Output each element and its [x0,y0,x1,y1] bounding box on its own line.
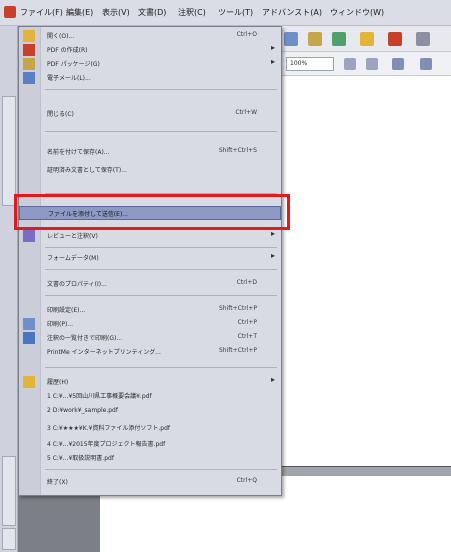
menu-separator [45,247,277,248]
zoom-field[interactable]: 100% [286,57,334,71]
menu-separator [45,367,277,368]
menu-item-print-setup[interactable]: 印刷設定(E)... Shift+Ctrl+P [19,303,281,317]
folder-icon [23,30,35,42]
toolbar [280,26,451,52]
menu-item-print-with-comments[interactable]: 注釈の一覧付きで印刷(G)... Ctrl+T [19,331,281,345]
menu-item-review-comment[interactable]: レビューと注釈(V) ▸ [19,229,281,243]
menu-item-history[interactable]: 履歴(H) ▸ [19,375,281,389]
menu-bar: ファイル(F) 編集(E) 表示(V) 文書(D) 注釈(C) ツール(T) ア… [0,0,451,26]
menu-item-recent-file[interactable]: 5 C:¥...¥取扱説明書.pdf [19,451,281,465]
menu-file[interactable]: ファイル(F) [20,7,63,19]
menu-item-close[interactable]: 閉じる(C) Ctrl+W [19,107,281,121]
toolbar-select-icon[interactable] [308,32,322,46]
menu-separator [45,269,277,270]
menu-item-save-as-certified[interactable]: 証明済み文書として保存(T)... [19,163,281,177]
toolbar-pen-icon[interactable] [388,32,402,46]
navigation-tabs [0,26,18,552]
history-icon [23,376,35,388]
comments-tab[interactable] [2,528,16,550]
menu-item-document-properties[interactable]: 文書のプロパティ(I)... Ctrl+D [19,277,281,291]
pdf-create-icon [23,44,35,56]
submenu-arrow-icon: ▸ [270,375,275,384]
menu-item-recent-file[interactable]: 3 C:¥★★★¥K.¥資料ファイル添付ソフト.pdf [19,421,281,435]
menu-window[interactable]: ウィンドウ(W) [330,7,384,19]
toolbar-tool-icon[interactable] [284,32,298,46]
menu-separator [45,89,277,90]
package-icon [23,58,35,70]
bookmarks-tab[interactable] [2,96,16,206]
menu-item-printme[interactable]: PrintMe インターネットプリンティング... Shift+Ctrl+P [19,345,281,359]
menu-comments[interactable]: 注釈(C) [178,7,206,19]
menu-tools[interactable]: ツール(T) [218,7,253,19]
menu-separator [45,469,277,470]
print-comments-icon [23,332,35,344]
document-page [280,76,451,466]
view-icon[interactable] [420,58,432,70]
menu-edit[interactable]: 編集(E) [66,7,93,19]
menu-item-print[interactable]: 印刷(P)... Ctrl+P [19,317,281,331]
menu-item-recent-file[interactable]: 1 C:¥...¥5回山川県工事概要会議¥.pdf [19,389,281,403]
submenu-arrow-icon: ▸ [270,251,275,260]
search-icon[interactable] [392,58,404,70]
menu-view[interactable]: 表示(V) [102,7,130,19]
zoom-toolbar: 100% [280,52,451,76]
toolbar-more-icon[interactable] [416,32,430,46]
printer-icon [23,318,35,330]
zoom-out-icon[interactable] [344,58,356,70]
email-icon [23,72,35,84]
menu-item-recent-file[interactable]: 4 C:¥...¥2015年度プロジェクト報告書.pdf [19,437,281,451]
menu-item-save-as[interactable]: 名前を付けて保存(A)... Shift+Ctrl+S [19,145,281,159]
menu-item-form-data[interactable]: フォームデータ(M) ▸ [19,251,281,265]
menu-separator [45,131,277,132]
menu-document[interactable]: 文書(D) [138,7,166,19]
submenu-arrow-icon: ▸ [270,43,275,52]
menu-item-open[interactable]: 開く(O)... Ctrl+O [19,29,281,43]
submenu-arrow-icon: ▸ [270,57,275,66]
menu-item-email[interactable]: 電子メール(L)... [19,71,281,85]
zoom-in-icon[interactable] [366,58,378,70]
attachments-tab[interactable] [2,456,16,526]
menu-item-create-pdf[interactable]: PDF の作成(R) ▸ [19,43,281,57]
highlight-annotation-frame [14,194,290,230]
menu-separator [45,295,277,296]
menu-item-exit[interactable]: 終了(X) Ctrl+Q [19,475,281,489]
file-menu: 開く(O)... Ctrl+O PDF の作成(R) ▸ PDF パッケージ(G… [18,26,282,496]
review-icon [23,230,35,242]
toolbar-sign-icon[interactable] [360,32,374,46]
app-icon [4,6,16,18]
menu-advanced[interactable]: アドバンスト(A) [262,7,322,19]
toolbar-review-icon[interactable] [332,32,346,46]
menu-item-recent-file[interactable]: 2 D:¥work¥_sample.pdf [19,405,281,419]
menu-item-pdf-package[interactable]: PDF パッケージ(G) ▸ [19,57,281,71]
submenu-arrow-icon: ▸ [270,229,275,238]
